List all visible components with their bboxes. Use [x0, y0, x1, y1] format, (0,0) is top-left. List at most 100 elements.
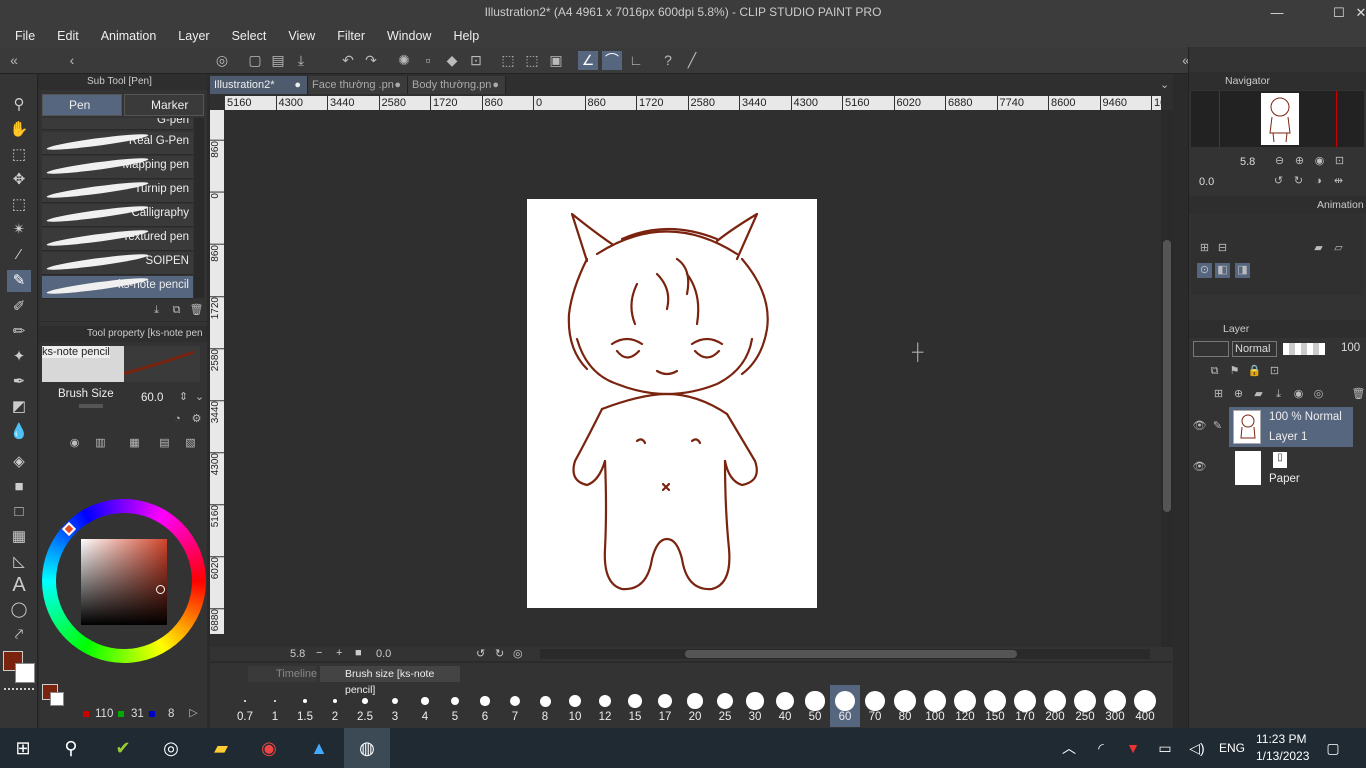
doc-tab-illustration2[interactable]: Illustration2* ● [210, 76, 308, 94]
auto-select-tool-icon[interactable]: ✴ [7, 219, 31, 241]
close-button[interactable]: ✕ [1346, 0, 1366, 25]
menu-edit[interactable]: Edit [46, 25, 90, 47]
nav-reset-icon[interactable]: ◑ [1311, 174, 1326, 189]
brush-size-option[interactable]: 170 [1010, 685, 1040, 727]
fill-tool-icon[interactable]: ◈ [7, 451, 31, 473]
brush-size-option[interactable]: 3 [380, 685, 410, 727]
nav-fit-screen-icon[interactable]: ⊡ [1332, 154, 1347, 169]
new-vector-layer-icon[interactable]: ⊕ [1231, 387, 1246, 402]
saturation-value-square[interactable] [81, 539, 167, 625]
color-picker-cursor[interactable] [156, 585, 165, 594]
pencil-tool-icon[interactable]: ✐ [7, 296, 31, 318]
brush-size-dropdown-icon[interactable]: ⌄ [192, 390, 207, 405]
tab-marker[interactable]: Marker [124, 94, 204, 116]
mini-sub-color[interactable] [50, 692, 64, 706]
gradient-tool-icon[interactable]: ■ [7, 476, 31, 498]
clip-studio-app-icon[interactable]: ◎ [148, 728, 194, 768]
brush-size-option[interactable]: 30 [740, 685, 770, 727]
anim-cel-icon[interactable]: ▱ [1331, 241, 1346, 256]
nav-flip-icon[interactable]: ⇹ [1331, 174, 1346, 189]
tab-pen[interactable]: Pen [42, 94, 122, 116]
line-icon[interactable]: ╱ [682, 51, 702, 70]
menu-window[interactable]: Window [376, 25, 442, 47]
anim-new-icon[interactable]: ⊞ [1197, 241, 1212, 256]
search-icon[interactable]: ⚲ [48, 728, 94, 768]
menu-select[interactable]: Select [221, 25, 278, 47]
navigator-zoom-value[interactable]: 5.8 [1240, 156, 1255, 168]
brush-item[interactable]: Calligraphy [42, 203, 193, 227]
rotate-right-icon[interactable]: ↻ [495, 647, 504, 660]
anim-next-icon[interactable]: ◨ [1235, 263, 1250, 278]
airbrush-tool-icon[interactable]: ✦ [7, 346, 31, 368]
brush-size-spinner-icon[interactable]: ⇕ [176, 390, 191, 405]
clip-studio-paint-icon[interactable]: ◍ [344, 728, 390, 768]
color-mode-icon[interactable]: ▷ [186, 706, 201, 721]
canvas-paper[interactable] [527, 199, 817, 608]
layer-row-layer1[interactable]: 👁 ✎ 100 % Normal Layer 1 [1189, 407, 1366, 447]
open-file-icon[interactable]: ▤ [268, 51, 288, 70]
transparent-color-icon[interactable] [4, 688, 34, 694]
hand-tool-icon[interactable]: ✋ [7, 119, 31, 141]
sub-color-swatch[interactable] [15, 663, 35, 683]
brush-item-selected[interactable]: ks-note pencil [42, 275, 193, 299]
photos-app-icon[interactable]: ▲ [296, 728, 342, 768]
close-tab-icon[interactable]: ● [394, 76, 401, 94]
brush-size-dial-icon[interactable]: ◔ [170, 412, 185, 427]
chrome-icon[interactable]: ◉ [246, 728, 292, 768]
collapse-left-icon[interactable]: « [4, 51, 24, 70]
opacity-value[interactable]: 100 [1341, 342, 1360, 354]
menu-file[interactable]: File [4, 25, 46, 47]
brush-size-option[interactable]: 2 [320, 685, 350, 727]
visibility-eye-icon[interactable]: 👁 [1192, 419, 1207, 434]
clip-layer-icon[interactable]: ⧉ [1207, 364, 1222, 379]
brush-item[interactable]: Mapping pen [42, 155, 193, 179]
brush-item[interactable]: G-pen [42, 118, 193, 130]
brush-size-value[interactable]: 60.0 [141, 392, 163, 404]
menu-layer[interactable]: Layer [167, 25, 220, 47]
zoom-value[interactable]: 5.8 [290, 648, 305, 660]
copy-subtool-icon[interactable]: ⧉ [169, 303, 184, 318]
reference-layer-icon[interactable]: ⚑ [1227, 364, 1242, 379]
navigator-angle-value[interactable]: 0.0 [1199, 176, 1214, 188]
brush-size-option[interactable]: 7 [500, 685, 530, 727]
clock-date[interactable]: 1/13/2023 [1256, 749, 1309, 763]
lock-icon[interactable]: 🔒 [1247, 364, 1262, 379]
brush-list-scrollbar[interactable] [194, 118, 204, 298]
brush-size-option[interactable]: 200 [1040, 685, 1070, 727]
layer-color-dropdown[interactable] [1193, 341, 1229, 357]
menu-animation[interactable]: Animation [90, 25, 168, 47]
tab-timeline[interactable]: Timeline [248, 666, 317, 682]
brush-size-option[interactable]: 4 [410, 685, 440, 727]
new-file-icon[interactable]: ▢ [245, 51, 265, 70]
snap-grid-icon[interactable]: ∟ [626, 51, 646, 70]
deselect-icon[interactable]: ⬚ [498, 51, 518, 70]
show-selection-icon[interactable]: ▣ [546, 51, 566, 70]
undo-icon[interactable]: ↶ [338, 51, 358, 70]
nav-zoom-out-icon[interactable]: ⊖ [1272, 154, 1287, 169]
brush-size-option[interactable]: 2.5 [350, 685, 380, 727]
lock-transparency-icon[interactable]: ⊡ [1267, 364, 1282, 379]
fit-icon[interactable]: ■ [355, 647, 362, 659]
delete-subtool-icon[interactable]: 🗑 [189, 303, 204, 318]
balloon-tool-icon[interactable]: ◯ [7, 599, 31, 621]
brush-size-option[interactable]: 12 [590, 685, 620, 727]
new-raster-layer-icon[interactable]: ⊞ [1211, 387, 1226, 402]
zoom-out-icon[interactable]: − [316, 647, 322, 659]
decoration-tool-icon[interactable]: ✒ [7, 371, 31, 393]
file-explorer-icon[interactable]: ▰ [198, 728, 244, 768]
merge-down-icon[interactable]: ⤓ [1271, 387, 1286, 402]
tool-settings-icon[interactable]: ⚙ [189, 412, 204, 427]
invert-selection-icon[interactable]: ⬚ [522, 51, 542, 70]
snap-ruler-icon[interactable]: ∠ [578, 51, 598, 70]
text-tool-icon[interactable]: A [7, 574, 31, 596]
vertical-scroll-thumb[interactable] [1163, 240, 1171, 512]
brush-size-option[interactable]: 15 [620, 685, 650, 727]
brush-item[interactable]: SOIPEN [42, 251, 193, 275]
anim-copy-icon[interactable]: ⊟ [1215, 241, 1230, 256]
figure-tool-icon[interactable]: □ [7, 501, 31, 523]
operation-tool-icon[interactable]: ⬚ [7, 144, 31, 166]
clock-time[interactable]: 11:23 PM [1256, 732, 1306, 746]
brush-size-option[interactable]: 300 [1100, 685, 1130, 727]
brush-size-option[interactable]: 70 [860, 685, 890, 727]
clip-studio-icon[interactable]: ◎ [212, 51, 232, 70]
